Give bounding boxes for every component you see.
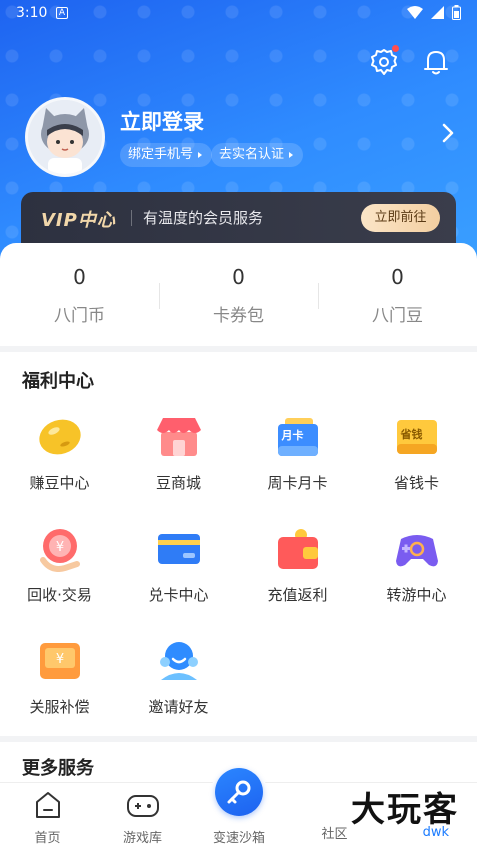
cat-avatar-icon xyxy=(28,100,102,174)
header-banner: 3:10 A 立即登录 绑定手机号 去实名认证 VIP中心 有温度的会员服务 立… xyxy=(0,0,477,270)
vip-logo: VIP中心 xyxy=(41,210,116,231)
invite-friend-icon xyxy=(154,636,204,686)
welfare-item-bean-shop[interactable]: 豆商城 xyxy=(119,412,238,493)
key-icon xyxy=(227,780,251,804)
welfare-item-label: 邀请好友 xyxy=(148,698,209,716)
bind-phone-label: 绑定手机号 xyxy=(128,147,194,162)
tab-label: 游戏库 xyxy=(122,831,162,846)
notification-dot xyxy=(392,45,399,52)
asset-label: 八门币 xyxy=(54,306,105,326)
welfare-item-label: 关服补偿 xyxy=(29,698,90,716)
asset-value: 0 xyxy=(232,265,245,289)
bell-icon xyxy=(424,51,448,75)
shop-icon xyxy=(154,412,204,462)
battery-icon xyxy=(452,5,461,20)
welfare-item-label: 兑卡中心 xyxy=(148,586,209,604)
welfare-item-save-card[interactable]: 省钱 省钱卡 xyxy=(357,412,476,493)
notification-button[interactable] xyxy=(418,44,454,80)
triangle-right-icon xyxy=(289,152,294,158)
center-boost-button[interactable] xyxy=(211,764,267,820)
watermark-sub: dwk xyxy=(422,825,449,840)
welfare-item-recharge-rebate[interactable]: 充值返利 xyxy=(238,524,357,605)
chevron-right-icon[interactable] xyxy=(441,122,455,144)
month-card-icon: 月卡 xyxy=(273,412,323,462)
welfare-item-month-card[interactable]: 月卡 周卡月卡 xyxy=(238,412,357,493)
triangle-right-icon xyxy=(198,152,203,158)
recycle-trade-icon: ¥ xyxy=(35,524,85,574)
tab-label: 首页 xyxy=(34,831,61,846)
welfare-item-transfer-game[interactable]: 转游中心 xyxy=(357,524,476,605)
asset-value: 0 xyxy=(391,265,404,289)
asset-coins[interactable]: 0 八门币 xyxy=(0,265,159,326)
welfare-item-label: 回收·交易 xyxy=(27,586,92,604)
bean-icon xyxy=(35,412,85,462)
tab-game-library[interactable]: 游戏库 xyxy=(95,791,190,846)
wifi-icon xyxy=(407,6,423,19)
avatar[interactable] xyxy=(25,97,105,177)
section-title: 更多服务 xyxy=(22,758,94,779)
welfare-section: 福利中心 赚豆中心 豆商城 月卡 周卡月卡 省钱 省钱卡 ¥ 回收·交易 兑卡中… xyxy=(0,352,477,736)
welfare-item-label: 充值返利 xyxy=(267,586,328,604)
assets-card: 0 八门币 0 卡券包 0 八门豆 xyxy=(0,243,477,346)
asset-beans[interactable]: 0 八门豆 xyxy=(318,265,477,326)
login-title[interactable]: 立即登录 xyxy=(120,106,204,136)
status-a-badge: A xyxy=(56,7,68,19)
wallet-icon xyxy=(273,524,323,574)
compensation-icon: ¥ xyxy=(35,636,85,686)
svg-text:¥: ¥ xyxy=(55,652,63,667)
welfare-item-card-exchange[interactable]: 兑卡中心 xyxy=(119,524,238,605)
welfare-item-label: 周卡月卡 xyxy=(267,474,328,492)
settings-button[interactable] xyxy=(366,44,402,80)
status-time: 3:10 xyxy=(16,5,48,21)
svg-text:¥: ¥ xyxy=(55,540,63,555)
asset-label: 卡券包 xyxy=(213,306,264,326)
welfare-item-bean-center[interactable]: 赚豆中心 xyxy=(0,412,119,493)
save-card-icon: 省钱 xyxy=(392,412,442,462)
vip-banner[interactable]: VIP中心 有温度的会员服务 立即前往 xyxy=(21,192,456,250)
welfare-item-label: 转游中心 xyxy=(386,586,447,604)
vip-go-button[interactable]: 立即前往 xyxy=(361,204,440,232)
card-badge: 月卡 xyxy=(281,429,304,442)
status-bar: 3:10 A xyxy=(0,0,477,26)
welfare-item-label: 省钱卡 xyxy=(393,474,439,492)
card-exchange-icon xyxy=(154,524,204,574)
welfare-item-label: 豆商城 xyxy=(155,474,201,492)
asset-coupons[interactable]: 0 卡券包 xyxy=(159,265,318,326)
asset-value: 0 xyxy=(73,265,86,289)
home-icon xyxy=(35,792,60,818)
tab-label: 变速沙箱 xyxy=(212,831,265,846)
signal-icon xyxy=(431,6,444,19)
card-badge: 省钱 xyxy=(400,428,423,441)
asset-label: 八门豆 xyxy=(372,306,423,326)
welfare-item-compensation[interactable]: ¥ 关服补偿 xyxy=(0,636,119,717)
verify-name-label: 去实名认证 xyxy=(219,147,285,162)
bind-phone-chip[interactable]: 绑定手机号 xyxy=(120,143,213,167)
watermark: 大玩客 xyxy=(351,790,459,830)
verify-name-chip[interactable]: 去实名认证 xyxy=(211,143,304,167)
gamepad-icon xyxy=(392,524,442,574)
section-title: 福利中心 xyxy=(22,371,94,392)
welfare-item-label: 赚豆中心 xyxy=(29,474,90,492)
welfare-item-recycle-trade[interactable]: ¥ 回收·交易 xyxy=(0,524,119,605)
vip-slogan: 有温度的会员服务 xyxy=(143,209,264,227)
welfare-item-invite-friend[interactable]: 邀请好友 xyxy=(119,636,238,717)
vip-divider xyxy=(131,210,132,226)
gamepad-icon xyxy=(126,795,159,817)
tab-home[interactable]: 首页 xyxy=(0,791,95,846)
